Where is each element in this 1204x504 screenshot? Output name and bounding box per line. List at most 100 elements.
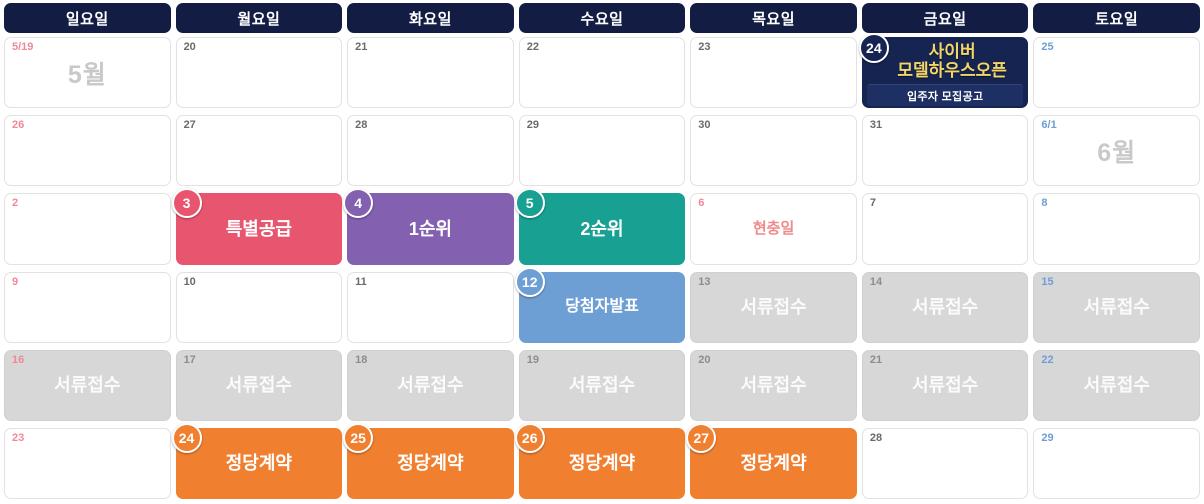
date-number: 6/1 [1041,119,1057,132]
date-badge: 4 [343,188,374,219]
day-cell[interactable]: 10 [175,271,343,343]
schedule-calendar: 일요일 월요일 화요일 수요일 목요일 금요일 토요일 5/19 5월 20 21 22 23 24 사이… [0,0,1204,504]
date-badge: 25 [343,422,374,453]
day-cell[interactable]: 6/1 6월 [1033,115,1200,187]
event-label: 정당계약 [225,453,292,474]
date-number: 28 [355,119,368,132]
day-cell[interactable]: 25 정당계약 [343,422,514,500]
date-number: 23 [698,41,711,53]
weekday-header-row: 일요일 월요일 화요일 수요일 목요일 금요일 토요일 [0,0,1204,33]
promo-title: 사이버 모델하우스오픈 [897,41,1007,80]
day-cell[interactable]: 17 서류접수 [175,349,343,421]
day-cell[interactable]: 25 [1033,37,1200,109]
day-cell[interactable]: 30 [690,115,857,187]
date-number: 17 [183,353,196,366]
date-number: 2 [12,197,19,210]
event-label: 서류접수 [397,374,464,395]
date-number: 9 [12,275,19,288]
week-row: 9 10 11 12 당첨자발표 13 서류접수 14 서류접수 15 서류접수 [4,266,1200,346]
event-label: 서류접수 [1083,296,1150,317]
date-number: 20 [183,41,196,53]
month-watermark: 5월 [67,60,107,89]
event-label: 서류접수 [912,374,979,395]
weekday-header-2: 화요일 [347,3,514,33]
day-cell[interactable]: 26 정당계약 [514,422,686,500]
day-cell[interactable]: 31 [861,115,1029,187]
event-label: 당첨자발표 [565,297,639,315]
day-cell[interactable]: 19 서류접수 [518,349,686,421]
day-cell[interactable]: 27 [175,115,343,187]
day-cell[interactable]: 8 [1033,193,1200,265]
date-number: 30 [698,119,711,132]
week-row: 26 27 28 29 30 31 6/1 6월 [4,111,1200,189]
day-cell[interactable]: 14 서류접수 [861,271,1029,343]
day-cell[interactable]: 22 서류접수 [1033,349,1200,421]
date-number: 5/19 [12,41,34,53]
date-badge: 5 [514,188,545,219]
day-cell[interactable]: 3 특별공급 [171,188,343,265]
date-number: 8 [1041,197,1048,210]
date-number: 18 [355,353,368,366]
date-number: 16 [12,353,25,366]
date-number: 29 [526,119,539,132]
day-cell[interactable]: 18 서류접수 [347,349,514,421]
date-number: 15 [1041,275,1054,288]
date-number: 13 [698,275,711,288]
weekday-header-1: 월요일 [175,3,343,33]
day-cell[interactable]: 24 정당계약 [171,422,343,500]
day-cell[interactable]: 15 서류접수 [1033,271,1200,343]
day-cell[interactable]: 11 [347,271,514,343]
date-number: 23 [12,431,25,444]
event-label: 서류접수 [912,296,979,317]
day-cell[interactable]: 5/19 5월 [4,37,171,109]
day-cell[interactable]: 2 [4,193,171,265]
date-number: 14 [869,275,883,288]
day-cell[interactable]: 21 [347,37,514,109]
day-cell[interactable]: 23 [4,427,171,500]
event-label: 서류접수 [1083,374,1150,395]
date-badge: 26 [514,422,545,453]
day-cell[interactable]: 5 2순위 [514,188,686,265]
weekday-header-3: 수요일 [518,3,686,33]
date-badge: 3 [171,188,202,219]
day-cell[interactable]: 26 [4,115,171,187]
weekday-header-0: 일요일 [4,3,171,33]
day-cell[interactable]: 28 [347,115,514,187]
day-cell[interactable]: 13 서류접수 [690,271,857,343]
day-cell[interactable]: 4 1순위 [343,188,514,265]
day-cell[interactable]: 6 현충일 [690,193,857,265]
day-cell[interactable]: 22 [518,37,686,109]
weekday-header-4: 목요일 [690,3,857,33]
date-badge: 24 [171,422,202,453]
day-cell[interactable]: 7 [861,193,1029,265]
day-cell[interactable]: 20 서류접수 [690,349,857,421]
event-label: 정당계약 [397,453,464,474]
day-cell[interactable]: 12 당첨자발표 [514,266,686,343]
date-number: 21 [869,353,883,366]
event-label: 서류접수 [54,374,121,395]
day-cell[interactable]: 29 [1033,427,1200,500]
date-badge: 12 [514,266,545,297]
day-cell[interactable]: 9 [4,271,171,343]
date-number: 28 [869,431,883,444]
date-number: 31 [869,119,883,132]
date-badge: 24 [858,33,889,63]
day-cell[interactable]: 27 정당계약 [686,422,857,500]
day-cell[interactable]: 28 [861,427,1029,500]
event-label: 2순위 [580,218,624,239]
week-row: 16 서류접수 17 서류접수 18 서류접수 19 서류접수 20 서류접수 21 서류접수 22 서류… [4,346,1200,424]
day-cell[interactable]: 16 서류접수 [4,349,171,421]
date-number: 26 [12,119,25,132]
day-cell[interactable]: 24 사이버 모델하우스오픈입주자 모집공고 [858,33,1029,109]
date-number: 11 [355,275,367,288]
day-cell[interactable]: 21 서류접수 [861,349,1029,421]
date-number: 22 [526,41,539,53]
day-cell[interactable]: 23 [690,37,857,109]
day-cell[interactable]: 29 [518,115,686,187]
month-watermark: 6월 [1097,138,1137,167]
event-label: 특별공급 [225,218,292,239]
calendar-week-rows: 5/19 5월 20 21 22 23 24 사이버 모델하우스오픈 입주자 모집공고 25 26 27… [0,33,1204,504]
event-label: 정당계약 [568,453,636,474]
promo-subtitle: 입주자 모집공고 [866,83,1024,106]
day-cell[interactable]: 20 [175,37,343,109]
